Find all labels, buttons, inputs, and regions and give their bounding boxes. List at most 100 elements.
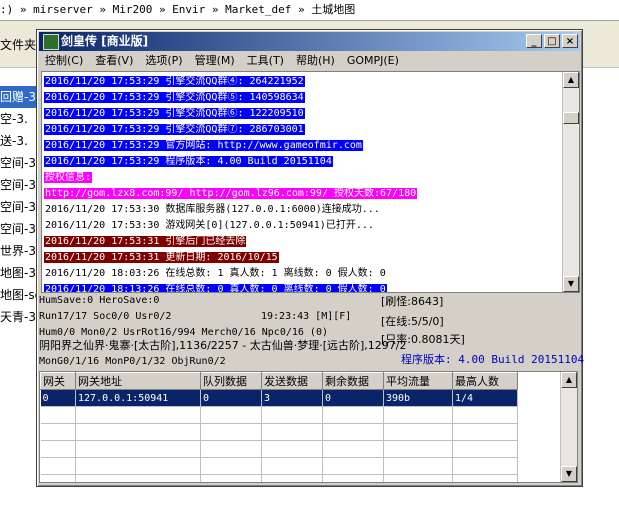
minimize-button[interactable]: _ — [526, 34, 542, 48]
file-item[interactable]: 送-3. — [0, 130, 28, 152]
address-bar[interactable]: :) » mirserver » Mir200 » Envir » Market… — [0, 0, 619, 21]
log-text: 2016/11/20 17:53:31 引擎后门已经去除 — [44, 236, 247, 247]
empty-cell — [322, 423, 384, 441]
empty-cell — [383, 457, 453, 475]
column-header[interactable]: 最高人数 — [452, 372, 518, 390]
log-text: 2016/11/20 17:53:29 引擎交流QQ群⑤: 140598634 — [44, 92, 305, 103]
menu-item[interactable]: 控制(C) — [39, 52, 89, 70]
table-cell: 0 — [200, 389, 262, 407]
file-item[interactable]: 世界-3. — [0, 240, 40, 262]
empty-cell — [261, 406, 323, 424]
empty-cell — [383, 440, 453, 458]
table-cell: 3 — [261, 389, 323, 407]
empty-cell — [75, 457, 201, 475]
online-count: [在线:5/5/0] — [381, 315, 444, 328]
empty-cell — [261, 474, 323, 482]
log-text: 2016/11/20 18:03:26 在线总数: 1 真人数: 1 离线数: … — [44, 268, 387, 279]
empty-row — [40, 440, 518, 458]
table-cell: 0 — [322, 389, 384, 407]
file-item[interactable]: 回赠-3. — [0, 86, 36, 108]
close-button[interactable]: × — [562, 34, 578, 48]
log-line: 2016/11/20 17:53:31 引擎后门已经去除 — [44, 234, 561, 250]
empty-cell — [322, 457, 384, 475]
scroll-up-arrow-icon[interactable]: ▲ — [563, 72, 579, 88]
file-item[interactable]: 空间-3. — [0, 174, 40, 196]
log-text: 2016/11/20 17:53:29 引擎交流QQ群④: 264221952 — [44, 76, 305, 87]
column-header[interactable]: 队列数据 — [200, 372, 262, 390]
app-icon — [43, 34, 59, 50]
empty-cell — [452, 406, 518, 424]
log-text: 2016/11/20 17:53:29 引擎交流QQ群⑦: 286703001 — [44, 124, 305, 135]
empty-cell — [452, 457, 518, 475]
gateway-table-panel[interactable]: 网关 网关地址 队列数据 发送数据 剩余数据 平均流量 最高人数 0 127.0.0.1:50… — [39, 371, 578, 483]
menu-item[interactable]: 工具(T) — [241, 52, 290, 70]
file-item[interactable]: 天青-3. — [0, 306, 40, 328]
empty-row — [40, 423, 518, 441]
menu-item[interactable]: 选项(P) — [139, 52, 188, 70]
column-header[interactable]: 平均流量 — [383, 372, 453, 390]
column-header[interactable]: 网关 — [40, 372, 76, 390]
file-item[interactable]: 空间-3. — [0, 152, 40, 174]
empty-cell — [383, 406, 453, 424]
empty-cell — [261, 440, 323, 458]
log-line: 2016/11/20 18:13:26 在线总数: 0 真人数: 0 离线数: … — [44, 282, 561, 293]
maximize-button[interactable]: □ — [544, 34, 560, 48]
file-item[interactable]: 空间-3. — [0, 196, 40, 218]
log-text: 2016/11/20 17:53:30 游戏网关[0](127.0.0.1:50… — [44, 220, 375, 231]
ratio-value: [只率:0.8081天] — [381, 333, 465, 346]
empty-cell — [200, 457, 262, 475]
refresh-count: [刷怪:8643] — [381, 295, 444, 308]
scroll-thumb[interactable] — [563, 112, 579, 124]
log-line: 授权信息: — [44, 170, 561, 186]
version-text: 程序版本: 4.00 Build 20151104 — [401, 353, 585, 366]
menu-item[interactable]: 管理(M) — [189, 52, 241, 70]
column-header[interactable]: 剩余数据 — [322, 372, 384, 390]
gateway-table[interactable]: 网关 网关地址 队列数据 发送数据 剩余数据 平均流量 最高人数 0 127.0.0.1:50… — [40, 372, 518, 482]
empty-cell — [383, 474, 453, 482]
table-scroll-down-icon[interactable]: ▼ — [561, 466, 577, 482]
log-text: 2016/11/20 17:53:29 引擎交流QQ群⑥: 122209510 — [44, 108, 305, 119]
file-item[interactable]: 地图-3. — [0, 262, 40, 284]
scroll-down-arrow-icon[interactable]: ▼ — [563, 276, 579, 292]
log-line: 2016/11/20 17:53:29 官方网站: http://www.gam… — [44, 138, 561, 154]
empty-cell — [261, 423, 323, 441]
log-text: 2016/11/20 17:53:30 数据库服务器(127.0.0.1:600… — [44, 204, 381, 215]
table-cell: 390b — [383, 389, 453, 407]
menu-item[interactable]: 查看(V) — [89, 52, 139, 70]
table-row[interactable]: 0 127.0.0.1:50941 0 3 0 390b 1/4 — [40, 389, 518, 407]
title-bar[interactable]: 剑皇传 [商业版] _ □ × — [39, 32, 580, 51]
log-line: 2016/11/20 17:53:29 引擎交流QQ群⑦: 286703001 — [44, 122, 561, 138]
table-scroll-up-icon[interactable]: ▲ — [561, 372, 577, 388]
log-text: 授权信息: — [44, 172, 93, 183]
log-line: 2016/11/20 17:53:29 引擎交流QQ群⑥: 122209510 — [44, 106, 561, 122]
log-scrollbar[interactable]: ▲ ▼ — [562, 72, 579, 292]
menu-item[interactable]: 帮助(H) — [290, 52, 341, 70]
column-header[interactable]: 发送数据 — [261, 372, 323, 390]
file-item[interactable]: 地图-sc — [0, 284, 41, 306]
empty-cell — [200, 423, 262, 441]
table-cell: 127.0.0.1:50941 — [75, 389, 201, 407]
log-panel[interactable]: 2016/11/20 17:53:29 引擎交流QQ群④: 264221952 2… — [41, 71, 580, 293]
table-cell: 1/4 — [452, 389, 518, 407]
folders-label[interactable]: 文件夹 — [0, 36, 36, 53]
status-save: HumSave:0 HeroSave:0 — [39, 295, 160, 306]
empty-cell — [383, 423, 453, 441]
empty-cell — [322, 474, 384, 482]
log-line: 2016/11/20 17:53:31 更新日期: 2016/10/15 — [44, 250, 561, 266]
log-line: 2016/11/20 17:53:29 引擎交流QQ群④: 264221952 — [44, 74, 561, 90]
empty-cell — [40, 457, 76, 475]
empty-cell — [200, 474, 262, 482]
file-item[interactable]: 空间-3. — [0, 218, 40, 240]
empty-row — [40, 474, 518, 482]
column-header[interactable]: 网关地址 — [75, 372, 201, 390]
empty-cell — [75, 423, 201, 441]
file-item[interactable]: 空-3. — [0, 108, 28, 130]
log-line: 2016/11/20 17:53:29 程序版本: 4.00 Build 201… — [44, 154, 561, 170]
log-text: 2016/11/20 18:13:26 在线总数: 0 真人数: 0 离线数: … — [44, 284, 387, 293]
empty-cell — [452, 474, 518, 482]
table-scrollbar[interactable]: ▲ ▼ — [560, 372, 577, 482]
status-objects: Hum0/0 Mon0/2 UsrRot16/994 Merch0/16 Npc… — [39, 327, 328, 338]
menu-item[interactable]: GOMPJ(E) — [341, 52, 405, 70]
log-line: http://gom.lzx8.com:99/ http://gom.lz96.… — [44, 186, 561, 202]
empty-cell — [40, 406, 76, 424]
